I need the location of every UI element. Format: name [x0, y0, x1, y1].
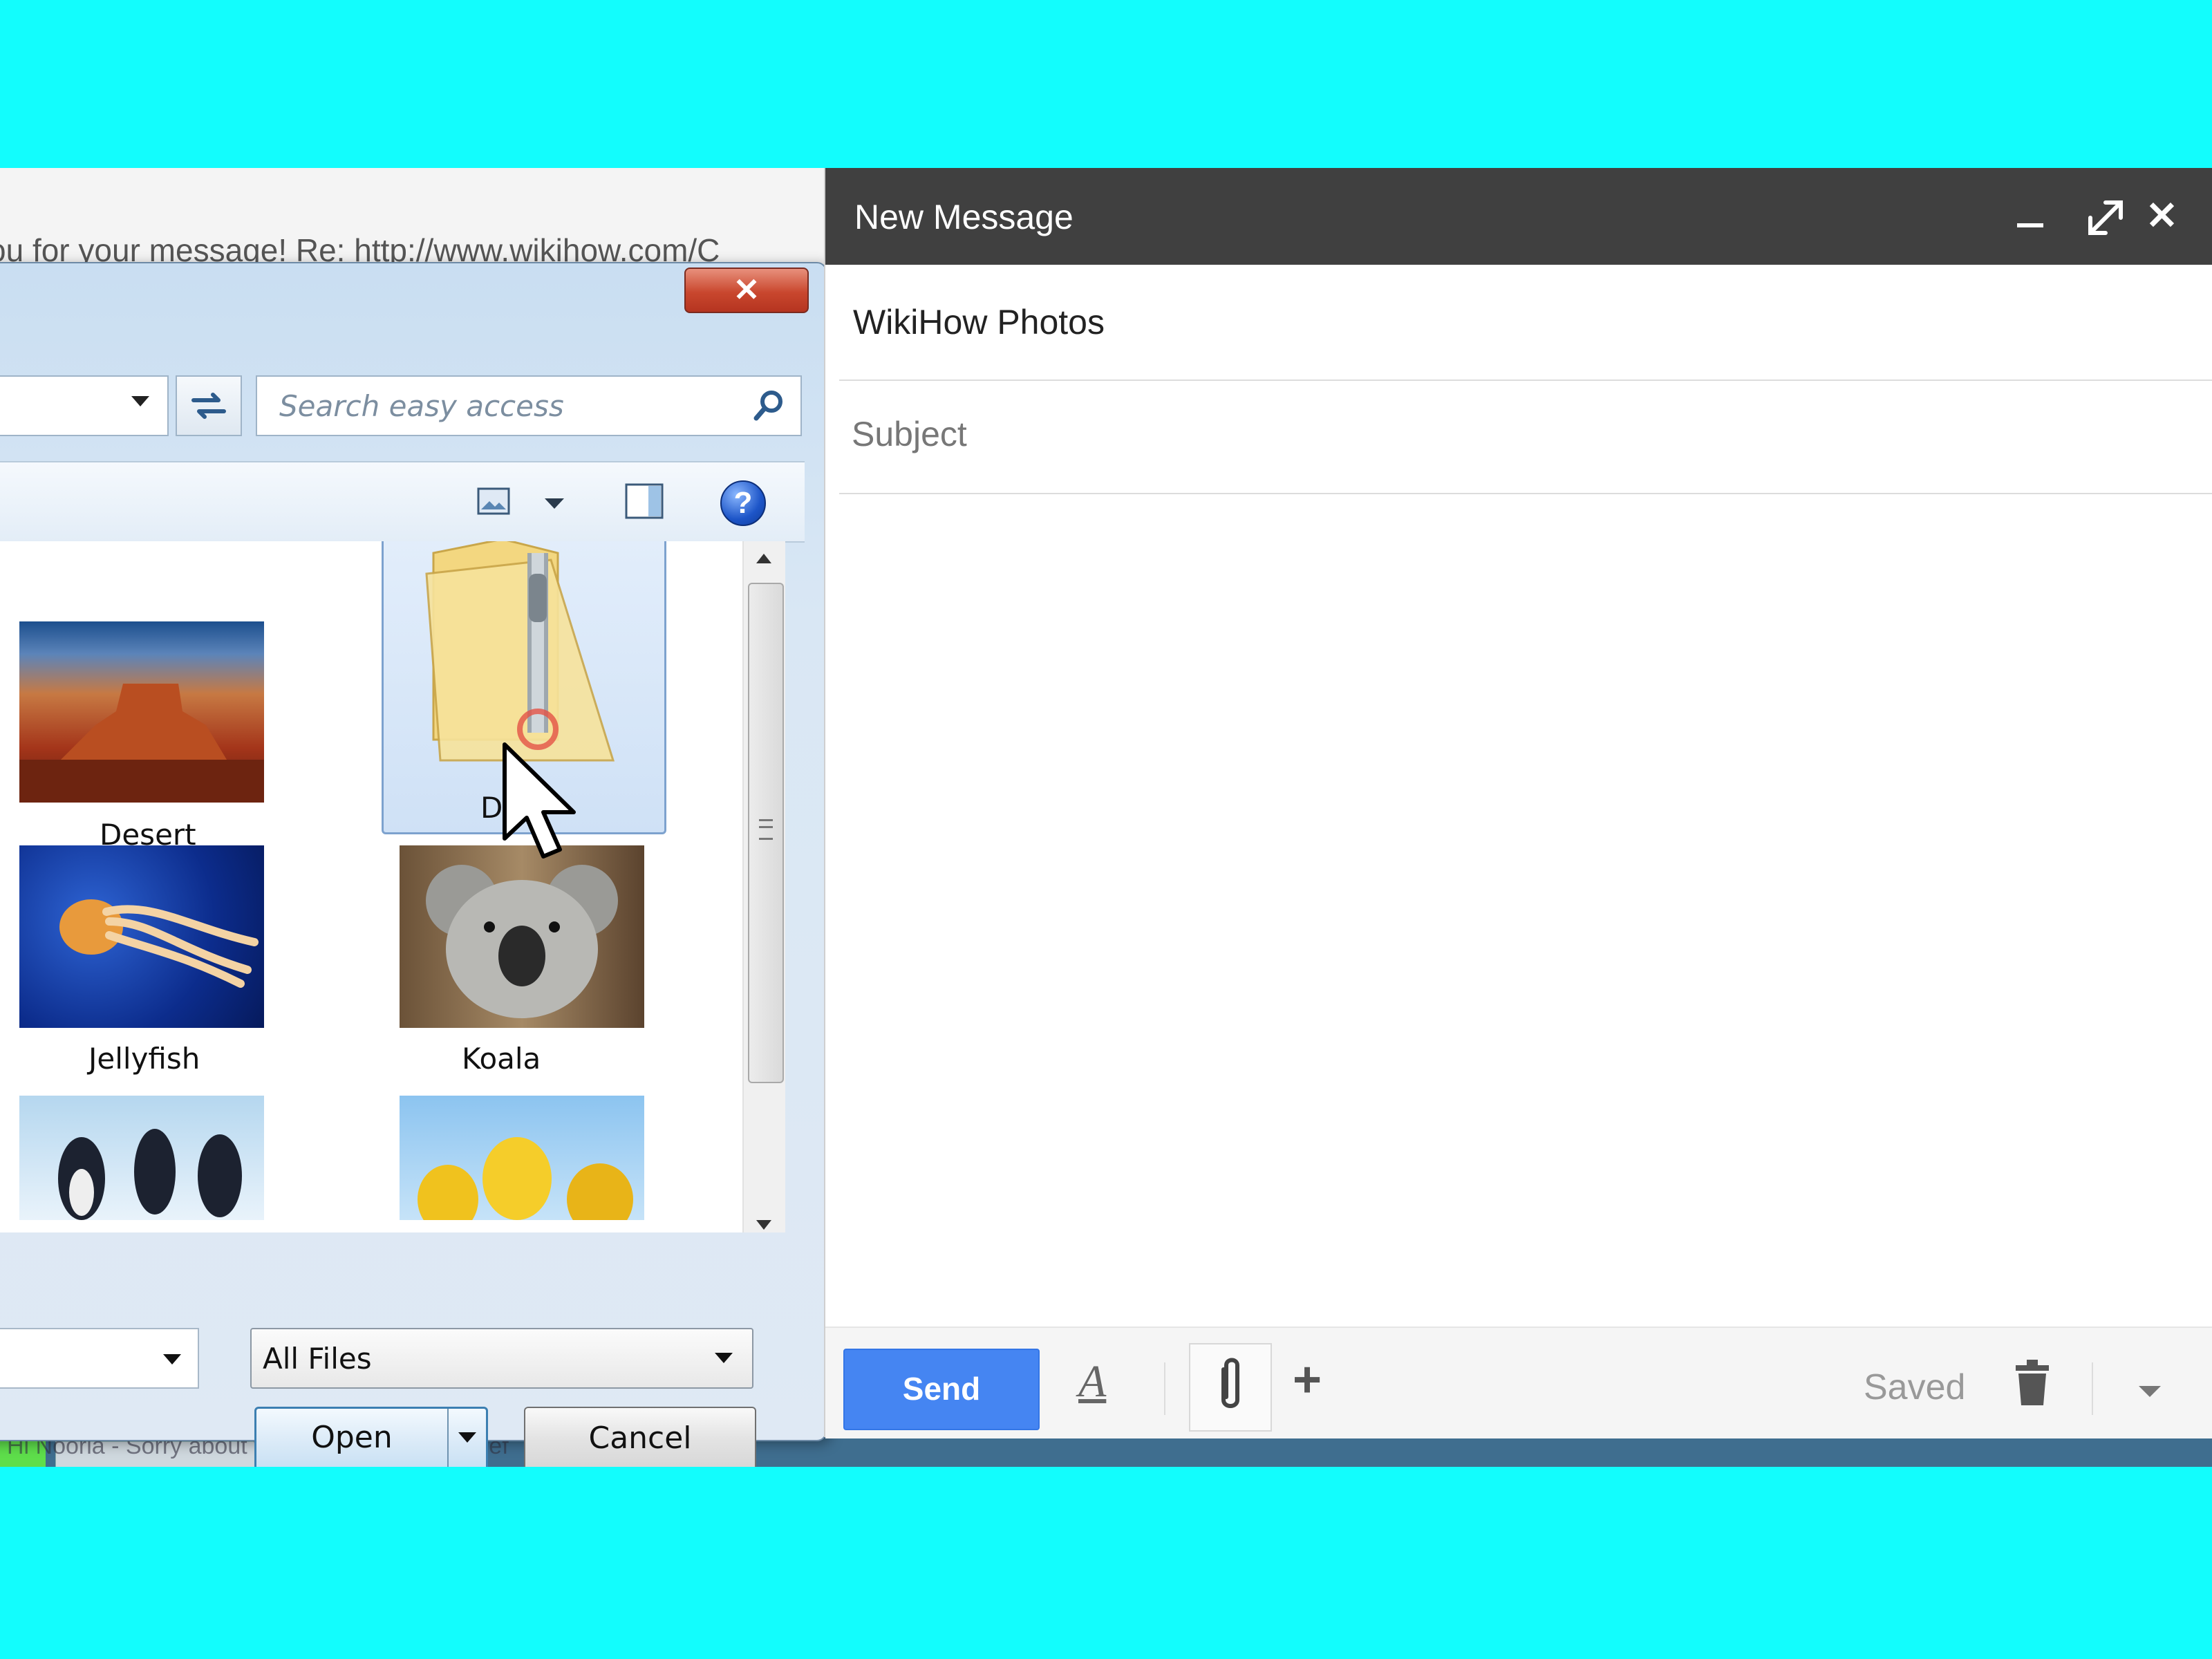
koala-thumbnail — [400, 845, 644, 1028]
divider — [2092, 1362, 2093, 1415]
file-type-value: All Files — [263, 1342, 372, 1376]
search-icon[interactable] — [749, 386, 788, 425]
open-button-label: Open — [311, 1420, 393, 1455]
divider — [839, 493, 2212, 494]
file-item-tulips[interactable] — [368, 1080, 658, 1232]
compose-footer: Send A + Saved — [825, 1327, 2212, 1438]
open-split-dropdown[interactable] — [447, 1409, 486, 1467]
compose-title: New Message — [854, 198, 1074, 236]
compose-window: New Message ✕ WikiHow Photos Subject Sen… — [824, 168, 2212, 1438]
penguins-shape — [58, 1129, 242, 1220]
divider — [839, 379, 2212, 381]
zip-folder-icon — [425, 541, 615, 762]
divider — [1164, 1362, 1165, 1415]
message-body[interactable] — [825, 496, 2212, 1325]
tulips-thumbnail — [400, 1096, 644, 1220]
file-item-penguins[interactable] — [0, 1080, 271, 1232]
compose-header: New Message ✕ — [825, 168, 2212, 265]
desert-thumbnail — [19, 621, 264, 803]
desert-rock-shape — [19, 684, 264, 803]
file-name-dropdown-icon[interactable] — [163, 1354, 181, 1365]
formatting-options-icon[interactable]: A — [1078, 1356, 1106, 1408]
scroll-thumb[interactable] — [748, 583, 784, 1083]
refresh-icon — [191, 393, 226, 419]
scroll-up-icon[interactable] — [756, 554, 771, 563]
screen-frame: you for your message! Re: http://www.wik… — [0, 168, 2212, 1467]
file-item-jellyfish[interactable]: Jellyfish — [0, 832, 271, 1080]
help-button[interactable]: ? — [720, 480, 766, 526]
dialog-close-button[interactable]: ✕ — [684, 268, 809, 313]
jellyfish-thumbnail — [19, 845, 264, 1028]
file-label: Jellyfish — [88, 1042, 200, 1076]
cancel-button[interactable]: Cancel — [524, 1407, 756, 1467]
mouse-cursor-icon — [503, 742, 576, 859]
recipient-field[interactable]: WikiHow Photos — [853, 302, 1105, 342]
minimize-icon[interactable] — [2017, 223, 2043, 227]
attach-files-button[interactable] — [1189, 1343, 1272, 1432]
close-icon[interactable]: ✕ — [2146, 193, 2178, 238]
open-button[interactable]: Open — [254, 1407, 488, 1467]
change-view-icon[interactable] — [477, 487, 510, 515]
more-dropdown-icon[interactable] — [2139, 1386, 2161, 1397]
open-dropdown-icon — [458, 1432, 476, 1443]
grip-icon — [759, 819, 773, 840]
preview-pane-icon[interactable] — [625, 483, 664, 519]
jellyfish-shape — [59, 899, 259, 988]
koala-shape — [426, 865, 618, 1018]
tulips-shape — [418, 1137, 633, 1220]
trash-icon[interactable] — [2013, 1358, 2052, 1407]
scroll-down-icon[interactable] — [756, 1220, 771, 1230]
paperclip-icon — [1221, 1358, 1239, 1408]
file-item-desert[interactable]: Desert — [0, 555, 271, 852]
address-bar[interactable] — [0, 375, 169, 436]
save-status: Saved — [1864, 1367, 1966, 1407]
file-list: Desert Des — [0, 541, 742, 1232]
send-button[interactable]: Send — [843, 1349, 1040, 1430]
view-dropdown-icon[interactable] — [545, 498, 564, 509]
vertical-scrollbar[interactable] — [742, 541, 785, 1232]
dialog-toolbar: ? — [0, 461, 805, 543]
subject-field[interactable]: Subject — [852, 414, 967, 454]
refresh-button[interactable] — [176, 375, 242, 436]
address-dropdown-icon[interactable] — [131, 396, 149, 406]
expand-icon[interactable] — [2085, 197, 2126, 238]
file-open-dialog: ✕ ? — [0, 262, 827, 1467]
search-input[interactable] — [278, 386, 723, 425]
file-name-combo[interactable] — [0, 1328, 199, 1389]
file-label: Koala — [462, 1042, 541, 1076]
file-item-koala[interactable]: Koala — [368, 832, 658, 1080]
file-type-dropdown-icon[interactable] — [715, 1353, 733, 1363]
more-options-button[interactable]: + — [1293, 1351, 1322, 1408]
search-box[interactable] — [256, 375, 802, 436]
file-type-select[interactable]: All Files — [250, 1328, 753, 1389]
penguins-thumbnail — [19, 1096, 264, 1220]
